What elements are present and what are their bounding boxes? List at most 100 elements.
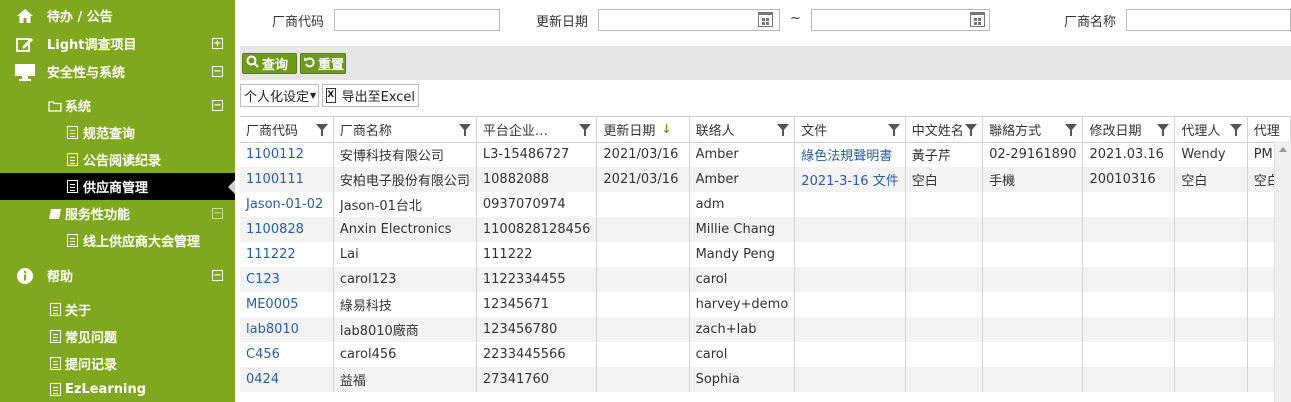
sidebar-item-todo[interactable]: 待办 / 公告 bbox=[0, 2, 235, 29]
sidebar-item-label: 帮助 bbox=[47, 270, 74, 285]
column-header[interactable]: 聯絡方式 bbox=[982, 117, 1084, 143]
sidebar-item-spec-query[interactable]: 规范查询 bbox=[0, 119, 235, 146]
collapse-icon[interactable]: − bbox=[212, 208, 223, 219]
sidebar-item-label: 服务性功能 bbox=[65, 208, 131, 223]
export-excel-button[interactable]: X 导出至Excel bbox=[322, 84, 419, 107]
sidebar-item-help[interactable]: 帮助 − bbox=[0, 262, 235, 289]
table-cell[interactable]: ME0005 bbox=[240, 292, 334, 317]
sidebar-item-faq[interactable]: 常见问题 bbox=[0, 323, 235, 350]
monitor-icon bbox=[14, 63, 36, 81]
collapse-icon[interactable]: − bbox=[212, 66, 223, 77]
table-row[interactable]: ME0005 綠易科技 12345671 harvey+demo bbox=[240, 292, 1291, 317]
table-cell[interactable]: 綠色法規聲明書 bbox=[794, 142, 906, 167]
vertical-scrollbar[interactable] bbox=[1274, 141, 1291, 402]
table-cell[interactable]: lab8010 bbox=[240, 317, 334, 342]
personalize-dropdown[interactable]: 个人化设定 ▼ bbox=[240, 84, 319, 107]
column-header-label: 中文姓名 bbox=[911, 123, 964, 139]
column-header-label: 代理人 bbox=[1181, 123, 1221, 139]
filter-icon[interactable] bbox=[965, 124, 978, 136]
query-button[interactable]: 查询 bbox=[242, 53, 297, 74]
info-icon bbox=[16, 267, 34, 285]
collapse-icon[interactable]: − bbox=[212, 270, 223, 281]
table-cell[interactable]: 1100828 bbox=[240, 217, 334, 242]
column-header[interactable]: 代理 bbox=[1247, 117, 1291, 143]
table-row[interactable]: lab8010 lab8010廠商 123456780 zach+lab bbox=[240, 317, 1291, 342]
table-cell bbox=[794, 342, 906, 367]
date-to-input[interactable] bbox=[811, 9, 990, 31]
collapse-icon[interactable]: − bbox=[212, 100, 223, 111]
sidebar-item-system[interactable]: 系统 − bbox=[0, 92, 235, 119]
table-cell[interactable]: 2021-3-16 文件 bbox=[794, 167, 906, 192]
column-header[interactable]: 厂商名称 bbox=[333, 117, 477, 143]
table-cell[interactable]: C123 bbox=[240, 267, 334, 292]
sidebar-item-online-vendor-conference[interactable]: 线上供应商大会管理 bbox=[0, 227, 235, 254]
reset-button[interactable]: 重置 bbox=[300, 53, 346, 74]
column-header[interactable]: 文件 bbox=[794, 117, 906, 143]
table-cell bbox=[1082, 192, 1176, 217]
calendar-icon[interactable] bbox=[970, 12, 985, 27]
table-row[interactable]: C123 carol123 1122334455 carol bbox=[240, 267, 1291, 292]
filter-icon[interactable] bbox=[777, 124, 790, 136]
column-header[interactable]: 中文姓名 bbox=[905, 117, 984, 143]
column-header[interactable]: 代理人 bbox=[1174, 117, 1248, 143]
filter-icon[interactable] bbox=[579, 124, 592, 136]
table-row[interactable]: 1100828 Anxin Electronics 1100828128456 Mil… bbox=[240, 217, 1291, 242]
sidebar-item-question-log[interactable]: 提问记录 bbox=[0, 350, 235, 377]
column-header[interactable]: 厂商代码 bbox=[240, 117, 334, 143]
table-row[interactable]: C456 carol456 2233445566 carol bbox=[240, 342, 1291, 367]
folder-icon bbox=[46, 97, 64, 115]
table-cell bbox=[794, 317, 906, 342]
table-cell bbox=[794, 242, 906, 267]
calendar-icon[interactable] bbox=[758, 12, 773, 27]
table-cell[interactable]: 1100111 bbox=[240, 167, 334, 192]
filter-icon[interactable] bbox=[1229, 124, 1242, 136]
table-cell bbox=[982, 317, 1084, 342]
filter-icon[interactable] bbox=[887, 124, 900, 136]
date-from-input[interactable] bbox=[598, 9, 780, 31]
column-header[interactable]: 更新日期 ↓ bbox=[596, 117, 690, 143]
table-cell bbox=[596, 317, 690, 342]
table-cell[interactable]: C456 bbox=[240, 342, 334, 367]
sidebar-item-vendor-management[interactable]: 供应商管理 bbox=[0, 173, 235, 200]
sidebar-item-light-survey[interactable]: Light调查项目 + bbox=[0, 30, 235, 57]
sidebar-item-security-system[interactable]: 安全性与系统 − bbox=[0, 58, 235, 85]
filter-icon[interactable] bbox=[1065, 124, 1078, 136]
table-row[interactable]: Jason-01-02 Jason-01台北 0937070974 adm bbox=[240, 192, 1291, 217]
expand-icon[interactable]: + bbox=[212, 38, 223, 49]
table-cell: 1100828128456 bbox=[476, 217, 598, 242]
sidebar-item-services[interactable]: 服务性功能 − bbox=[0, 200, 235, 227]
sidebar-item-label: Light调查项目 bbox=[47, 38, 137, 53]
filter-icon[interactable] bbox=[1157, 124, 1170, 136]
sidebar-item-ezlearning[interactable]: EzLearning bbox=[0, 376, 235, 402]
table-row[interactable]: 111222 Lai 111222 Mandy Peng bbox=[240, 242, 1291, 267]
table-cell bbox=[1174, 217, 1248, 242]
table-row[interactable]: 0424 益福 27341760 Sophia bbox=[240, 367, 1291, 392]
column-header[interactable]: 联络人 bbox=[689, 117, 796, 143]
table-row[interactable]: 1100111 安柏电子股份有限公司 10882088 2021/03/16 Amber… bbox=[240, 167, 1291, 192]
filter-icon[interactable] bbox=[315, 124, 328, 136]
column-header-label: 厂商代码 bbox=[246, 123, 299, 139]
table-cell: 02-29161890 bbox=[982, 142, 1084, 167]
sidebar-item-about[interactable]: 关于 bbox=[0, 296, 235, 323]
column-header[interactable]: 修改日期 bbox=[1082, 117, 1176, 143]
scroll-up-icon[interactable] bbox=[1279, 147, 1287, 152]
table-cell: 0937070974 bbox=[476, 192, 598, 217]
table-cell: Millie Chang bbox=[689, 217, 796, 242]
table-cell[interactable]: 1100112 bbox=[240, 142, 334, 167]
vendor-name-input[interactable] bbox=[1126, 9, 1291, 31]
table-cell: harvey+demo bbox=[689, 292, 796, 317]
table-cell[interactable]: 0424 bbox=[240, 367, 334, 392]
sort-arrow-icon[interactable]: ↓ bbox=[661, 122, 671, 136]
table-cell bbox=[1174, 367, 1248, 392]
table-cell[interactable]: 111222 bbox=[240, 242, 334, 267]
column-header[interactable]: 平台企业代码 bbox=[476, 117, 598, 143]
vendor-code-label: 厂商代码 bbox=[272, 15, 325, 30]
vendor-grid: 厂商代码 厂商名称 平台企业代码 更新日期 ↓ 联络人 文件 中文姓名 聯絡方式 修改日期 代理人 代… bbox=[240, 116, 1291, 402]
reset-label: 重置 bbox=[318, 58, 345, 73]
sidebar-item-label: 供应商管理 bbox=[83, 181, 149, 196]
filter-icon[interactable] bbox=[458, 124, 471, 136]
table-cell[interactable]: Jason-01-02 bbox=[240, 192, 334, 217]
sidebar-item-announcement-log[interactable]: 公告阅读纪录 bbox=[0, 146, 235, 173]
vendor-code-input[interactable] bbox=[334, 9, 500, 31]
table-row[interactable]: 1100112 安博科技有限公司 L3-15486727 2021/03/16 Ambe… bbox=[240, 142, 1291, 167]
